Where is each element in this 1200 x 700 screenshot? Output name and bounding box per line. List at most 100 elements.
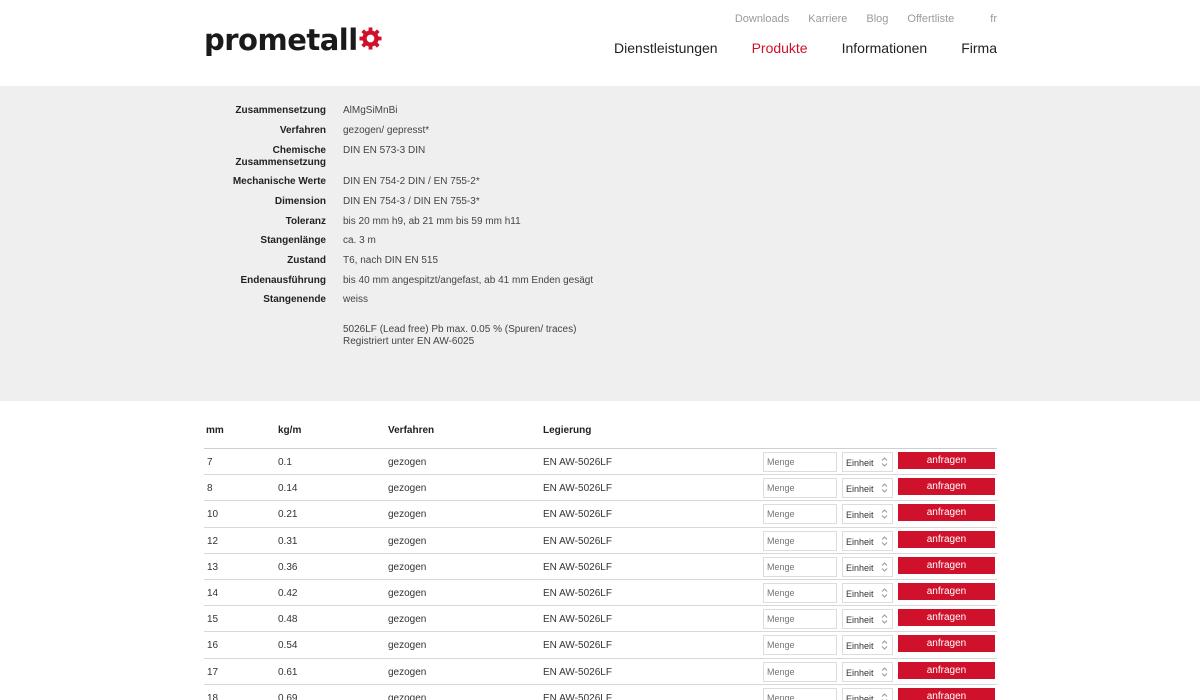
table-row: 8 0.14 gezogen EN AW-5026LF Einheit anfragen [204,475,997,502]
cell-kg: 0.42 [278,588,298,599]
cell-mm: 15 [207,614,219,626]
nav-offertliste[interactable]: Offertliste [907,13,954,25]
cell-kg: 0.31 [278,535,298,547]
cell-mm: 16 [207,640,219,652]
cell-legierung: EN AW-5026LF [543,561,612,573]
unit-select[interactable]: Einheit [842,452,893,472]
unit-select[interactable]: Einheit [842,530,893,551]
quantity-input[interactable] [763,478,837,499]
table-row: 7 0.1 gezogen EN AW-5026LF Einheit anfragen [204,449,997,476]
unit-select-label: Einheit [846,615,874,626]
logo-gear-icon [359,27,382,50]
unit-select-label: Einheit [846,589,874,599]
cell-mm: 13 [207,561,219,573]
cell-mm: 18 [207,692,219,700]
select-arrows-icon [881,509,888,520]
unit-select[interactable]: Einheit [842,661,893,682]
cell-kg: 0.36 [278,561,298,573]
quantity-input[interactable] [763,609,837,630]
unit-select[interactable]: Einheit [842,478,893,499]
table-row: 13 0.36 gezogen EN AW-5026LF Einheit anfragen [204,554,997,580]
cell-mm: 10 [207,509,219,521]
request-button[interactable]: anfragen [898,556,995,574]
cell-legierung: EN AW-5026LF [543,483,612,495]
request-button[interactable]: anfragen [898,609,995,627]
spec-value: gezogen/ gepresst* [343,125,430,136]
spec-label: Endenausführung [240,275,326,286]
request-button[interactable]: anfragen [898,687,995,700]
quantity-input[interactable] [763,661,837,682]
unit-select-label: Einheit [846,667,874,678]
spec-label: Mechanische Werte [232,176,326,187]
cell-mm: 14 [207,588,219,599]
quantity-input[interactable] [763,556,837,577]
request-button[interactable]: anfragen [898,583,995,600]
unit-select-label: Einheit [846,562,874,573]
table-row: 12 0.31 gezogen EN AW-5026LF Einheit anfragen [204,528,997,554]
nav-produkte[interactable]: Produkte [752,40,808,56]
logo-text: prometall [204,23,358,57]
col-header-kg: kg/m [278,425,302,436]
select-arrows-icon [881,588,888,598]
cell-verfahren: gezogen [388,666,427,678]
spec-note: 5026LF (Lead free) Pb max. 0.05 % (Spure… [343,324,576,348]
table-row: 17 0.61 gezogen EN AW-5026LF Einheit anfragen [204,659,997,685]
select-arrows-icon [881,693,888,700]
cell-mm: 7 [207,457,213,468]
quantity-input[interactable] [763,687,837,700]
nav-downloads[interactable]: Downloads [735,13,789,25]
spec-value: AlMgSiMnBi [343,105,398,116]
select-arrows-icon [881,614,888,624]
quantity-input[interactable] [763,504,837,525]
spec-label: Toleranz [285,216,326,227]
nav-blog[interactable]: Blog [866,13,888,25]
cell-legierung: EN AW-5026LF [543,640,612,652]
spec-label: Dimension [274,196,326,207]
unit-select-label: Einheit [846,484,874,495]
unit-select[interactable]: Einheit [842,609,893,630]
unit-select[interactable]: Einheit [842,583,893,603]
request-button[interactable]: anfragen [898,504,995,522]
spec-note-line: Registriert unter EN AW-6025 [343,336,475,347]
quantity-input[interactable] [763,530,837,551]
spec-value: bis 40 mm angespitzt/angefast, ab 41 mm … [343,275,594,286]
cell-mm: 8 [207,483,213,495]
nav-karriere[interactable]: Karriere [808,13,847,25]
request-button[interactable]: anfragen [898,478,995,496]
spec-label: Verfahren [279,125,326,136]
spec-value: DIN EN 573-3 DIN [343,145,426,156]
nav-informationen[interactable]: Informationen [842,40,928,56]
spec-value: bis 20 mm h9, ab 21 mm bis 59 mm h11 [343,216,521,227]
request-button[interactable]: anfragen [898,661,995,679]
spec-label: Stangenlänge [260,235,326,246]
cell-legierung: EN AW-5026LF [543,588,612,599]
table-row: 18 0.69 gezogen EN AW-5026LF Einheit anfragen [204,685,997,700]
unit-select[interactable]: Einheit [842,687,893,700]
unit-select[interactable]: Einheit [842,504,893,525]
request-button[interactable]: anfragen [898,452,995,469]
quantity-input[interactable] [763,583,837,603]
nav-firma[interactable]: Firma [961,40,997,56]
cell-kg: 0.48 [278,614,298,626]
unit-select-label: Einheit [846,536,874,547]
cell-legierung: EN AW-5026LF [543,457,612,468]
language-switch[interactable]: fr [990,13,997,25]
spec-label: Zusammensetzung [235,105,326,116]
cell-verfahren: gezogen [388,692,427,700]
select-arrows-icon [881,457,888,467]
unit-select[interactable]: Einheit [842,635,893,656]
spec-value: T6, nach DIN EN 515 [343,255,439,266]
utility-nav: Downloads Karriere Blog Offertliste fr [716,13,997,25]
request-button[interactable]: anfragen [898,635,995,653]
quantity-input[interactable] [763,452,837,472]
quantity-input[interactable] [763,635,837,656]
cell-legierung: EN AW-5026LF [543,692,612,700]
nav-dienstleistungen[interactable]: Dienstleistungen [614,40,718,56]
table-row: 16 0.54 gezogen EN AW-5026LF Einheit anfragen [204,632,997,659]
unit-select[interactable]: Einheit [842,556,893,577]
spec-value: DIN EN 754-2 DIN / EN 755-2* [343,176,480,187]
spec-value: DIN EN 754-3 / DIN EN 755-3* [343,196,480,207]
main-nav: Dienstleistungen Produkte Informationen … [580,40,997,56]
request-button[interactable]: anfragen [898,530,995,548]
logo[interactable]: prometall [204,26,382,55]
